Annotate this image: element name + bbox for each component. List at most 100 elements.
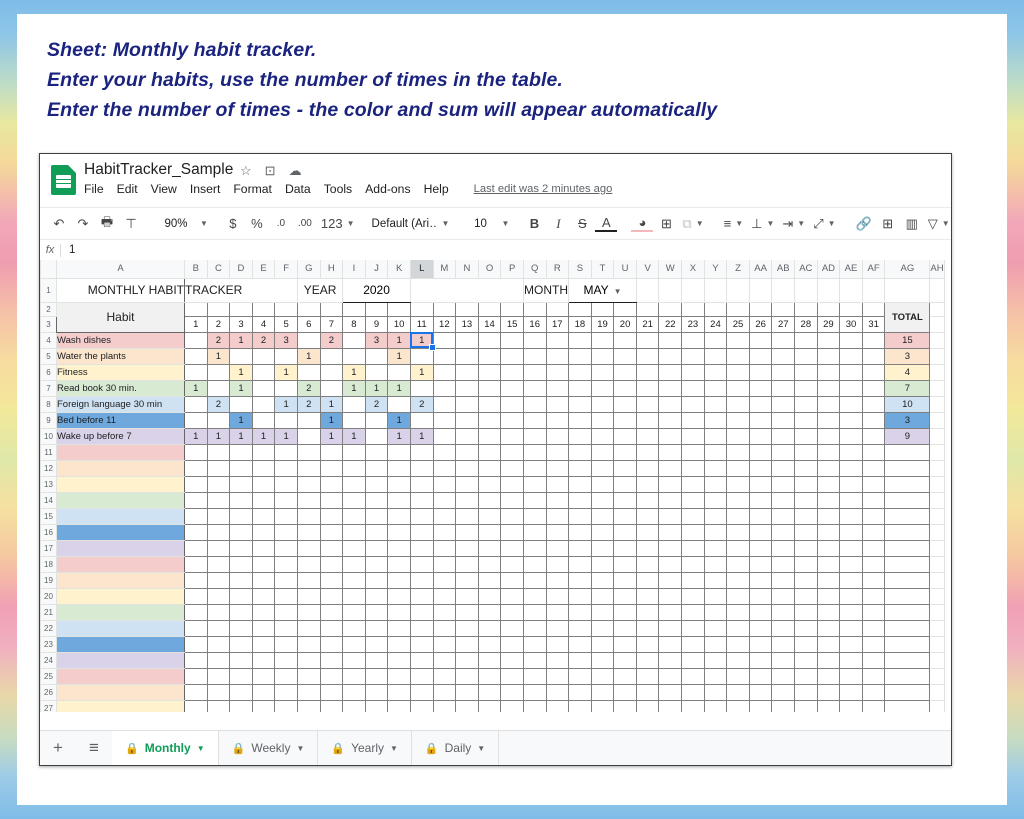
habit-day-cell[interactable] — [500, 459, 524, 477]
habit-day-cell[interactable] — [364, 427, 389, 445]
habit-day-cell[interactable] — [500, 571, 524, 589]
habit-day-cell[interactable] — [590, 331, 615, 349]
horizontal-scrollbar[interactable] — [40, 719, 951, 730]
habit-day-cell[interactable] — [748, 603, 773, 621]
habit-day-cell[interactable] — [816, 507, 841, 525]
habit-day-cell[interactable] — [635, 667, 660, 685]
habit-day-cell[interactable] — [839, 507, 863, 525]
habit-day-cell[interactable] — [364, 635, 389, 653]
valign-icon[interactable]: ⊥ ▼ — [748, 213, 777, 235]
habit-row-empty[interactable]: 27 — [40, 699, 945, 712]
habit-row-empty[interactable]: 13 — [40, 475, 945, 493]
habit-day-cell[interactable] — [409, 651, 434, 669]
habit-day-cell[interactable] — [522, 379, 547, 397]
habit-day-cell[interactable] — [296, 523, 321, 541]
habit-row-empty[interactable]: 11 — [40, 443, 945, 461]
column-header-AH[interactable]: AH — [929, 260, 945, 279]
habit-day-cell[interactable] — [500, 507, 524, 525]
habit-day-cell[interactable] — [296, 571, 321, 589]
habit-day-cell[interactable] — [590, 603, 615, 621]
habit-day-cell[interactable] — [635, 555, 660, 573]
habit-day-cell[interactable] — [251, 571, 276, 589]
habit-day-cell[interactable] — [477, 587, 502, 605]
habit-day-cell[interactable] — [635, 619, 660, 637]
move-to-folder-icon[interactable]: ⊡ — [265, 164, 276, 178]
habit-day-cell[interactable]: 1 — [229, 331, 253, 349]
habit-day-cell[interactable] — [409, 539, 434, 557]
habit-day-cell[interactable] — [206, 683, 231, 701]
habit-day-cell[interactable] — [477, 427, 502, 445]
habit-name-cell[interactable] — [56, 507, 185, 525]
habit-day-cell[interactable] — [681, 411, 705, 429]
select-all-corner[interactable] — [40, 260, 57, 279]
habit-day-cell[interactable] — [861, 603, 886, 621]
habit-day-cell[interactable] — [703, 523, 728, 541]
habit-day-cell[interactable] — [251, 555, 276, 573]
habit-day-cell[interactable] — [545, 523, 570, 541]
row-header[interactable]: 9 — [40, 411, 57, 429]
habit-day-cell[interactable] — [319, 363, 344, 381]
habit-day-cell[interactable] — [794, 651, 818, 669]
habit-day-cell[interactable] — [455, 699, 479, 712]
habit-day-cell[interactable] — [726, 459, 750, 477]
habit-day-cell[interactable] — [545, 555, 570, 573]
habit-day-cell[interactable] — [748, 699, 773, 712]
habit-day-cell[interactable] — [861, 523, 886, 541]
habit-name-cell[interactable] — [56, 459, 185, 477]
strikethrough-button[interactable]: S — [571, 213, 593, 235]
habit-day-cell[interactable] — [477, 651, 502, 669]
habit-day-cell[interactable] — [658, 523, 683, 541]
habit-day-cell[interactable] — [568, 459, 592, 477]
row-header[interactable]: 16 — [40, 523, 57, 541]
habit-day-cell[interactable] — [590, 683, 615, 701]
fill-color-icon[interactable]: ◕ — [631, 215, 654, 232]
habit-day-cell[interactable] — [387, 555, 411, 573]
habit-row-empty[interactable]: 18 — [40, 555, 945, 573]
habit-day-cell[interactable] — [703, 651, 728, 669]
habit-day-cell[interactable] — [409, 491, 434, 509]
habit-day-cell[interactable] — [545, 331, 570, 349]
habit-day-cell[interactable] — [455, 555, 479, 573]
habit-day-cell[interactable] — [432, 619, 457, 637]
habit-day-cell[interactable] — [206, 635, 231, 653]
habit-day-cell[interactable] — [861, 363, 886, 381]
habit-day-cell[interactable] — [455, 507, 479, 525]
habit-name-cell[interactable] — [56, 443, 185, 461]
habit-day-cell[interactable] — [568, 571, 592, 589]
habit-day-cell[interactable]: 2 — [364, 395, 389, 413]
habit-day-cell[interactable]: 1 — [342, 363, 366, 381]
row-header[interactable]: 22 — [40, 619, 57, 637]
all-sheets-button[interactable]: ≡ — [76, 731, 112, 765]
more-formats-button[interactable]: 123 ▼ — [318, 213, 358, 235]
habit-day-cell[interactable] — [794, 603, 818, 621]
habit-day-cell[interactable] — [184, 507, 208, 525]
chevron-down-icon[interactable]: ▼ — [477, 744, 485, 753]
habit-day-cell[interactable] — [206, 491, 231, 509]
habit-day-cell[interactable] — [184, 331, 208, 349]
habit-day-cell[interactable] — [726, 619, 750, 637]
habit-day-cell[interactable] — [816, 683, 841, 701]
habit-day-cell[interactable] — [364, 523, 389, 541]
habit-day-cell[interactable] — [206, 603, 231, 621]
habit-day-cell[interactable] — [319, 667, 344, 685]
habit-day-cell[interactable] — [545, 379, 570, 397]
habit-day-cell[interactable] — [839, 683, 863, 701]
habit-day-cell[interactable] — [455, 427, 479, 445]
habit-day-cell[interactable] — [794, 395, 818, 413]
habit-day-cell[interactable] — [522, 475, 547, 493]
column-header-Z[interactable]: Z — [726, 260, 750, 279]
habit-day-cell[interactable]: 1 — [364, 379, 389, 397]
habit-day-cell[interactable]: 1 — [387, 427, 411, 445]
habit-day-cell[interactable] — [816, 331, 841, 349]
habit-day-cell[interactable] — [522, 539, 547, 557]
habit-day-cell[interactable] — [364, 347, 389, 365]
habit-day-cell[interactable] — [319, 555, 344, 573]
habit-day-cell[interactable] — [568, 491, 592, 509]
habit-day-cell[interactable] — [726, 651, 750, 669]
habit-day-cell[interactable] — [771, 507, 796, 525]
habit-day-cell[interactable] — [342, 587, 366, 605]
habit-day-cell[interactable] — [477, 491, 502, 509]
habit-day-cell[interactable]: 1 — [274, 427, 298, 445]
habit-day-cell[interactable] — [590, 555, 615, 573]
habit-row-empty[interactable]: 25 — [40, 667, 945, 685]
